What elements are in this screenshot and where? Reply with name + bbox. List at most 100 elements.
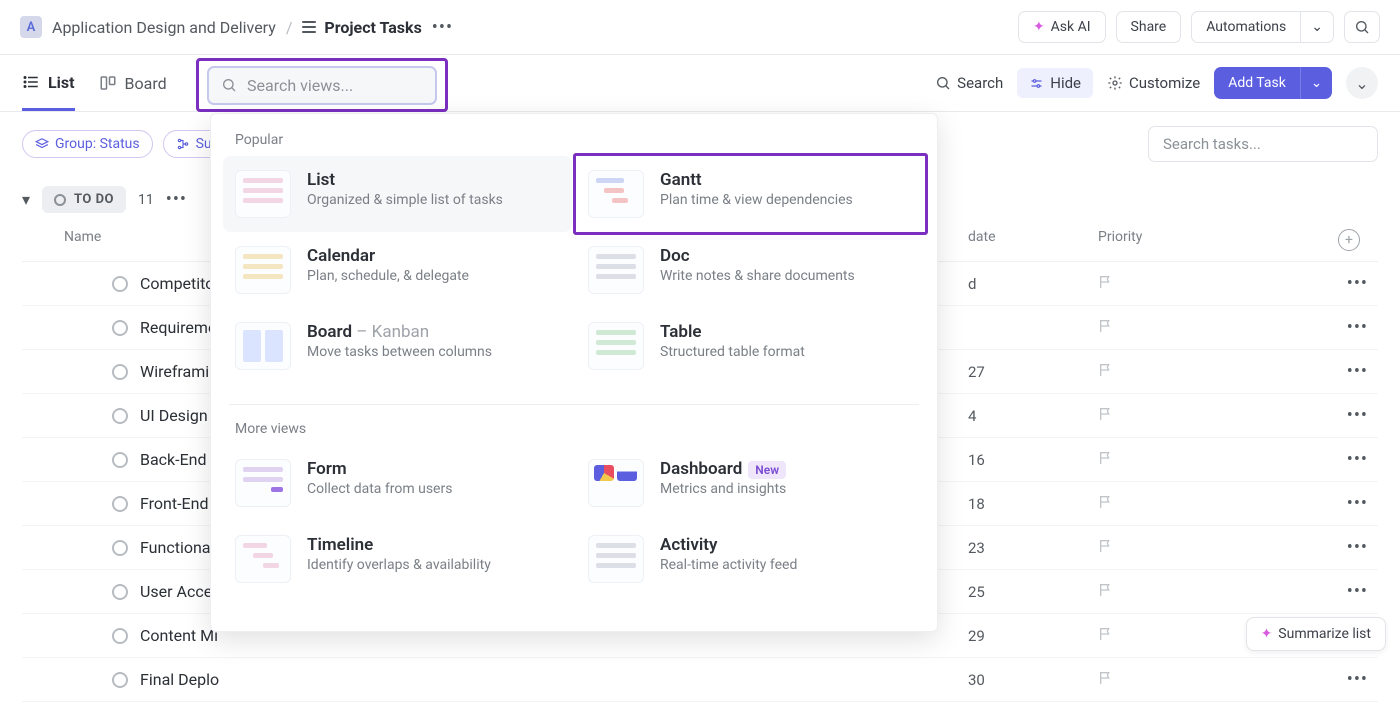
status-ring-icon[interactable] (112, 452, 128, 468)
view-option-activity-sub: Real-time activity feed (660, 557, 797, 573)
task-date: d (968, 275, 1098, 293)
chevron-down-icon: ⌄ (1311, 76, 1322, 91)
add-column-button[interactable]: + (1338, 229, 1360, 251)
table-row[interactable]: Final Deplo 30 ••• (22, 658, 1378, 702)
view-option-gantt-sub: Plan time & view dependencies (660, 192, 853, 208)
row-more-icon[interactable]: ••• (1338, 361, 1378, 382)
priority-flag-icon[interactable] (1098, 406, 1228, 426)
search-views-input[interactable]: Search views... (207, 66, 437, 105)
view-option-calendar-sub: Plan, schedule, & delegate (307, 268, 469, 284)
search-control[interactable]: Search (935, 74, 1003, 92)
task-date: 4 (968, 407, 1098, 425)
priority-flag-icon[interactable] (1098, 582, 1228, 602)
priority-flag-icon[interactable] (1098, 494, 1228, 514)
overflow-button[interactable]: ⌄ (1346, 67, 1378, 99)
timeline-thumb-icon (235, 535, 291, 583)
chevron-down-icon: ⌄ (1355, 74, 1368, 93)
view-option-table[interactable]: Table Structured table format (576, 308, 925, 384)
view-option-form[interactable]: Form Collect data from users (223, 445, 572, 521)
task-date: 23 (968, 539, 1098, 557)
tab-board-label: Board (125, 74, 167, 93)
view-option-timeline-title: Timeline (307, 535, 491, 555)
task-name-text: Front-End (140, 494, 208, 513)
customize-control[interactable]: Customize (1107, 74, 1200, 92)
status-more-icon[interactable]: ••• (166, 189, 187, 210)
summarize-list-button[interactable]: ✦ Summarize list (1246, 617, 1386, 651)
row-more-icon[interactable]: ••• (1338, 493, 1378, 514)
add-task-chevron-button[interactable]: ⌄ (1300, 67, 1332, 99)
top-header: A Application Design and Delivery / Proj… (0, 0, 1400, 55)
view-option-doc[interactable]: Doc Write notes & share documents (576, 232, 925, 308)
new-badge: New (748, 461, 786, 479)
gear-icon (1107, 75, 1123, 91)
status-ring-icon[interactable] (112, 672, 128, 688)
row-more-icon[interactable]: ••• (1338, 317, 1378, 338)
status-ring-icon[interactable] (112, 584, 128, 600)
view-option-timeline-sub: Identify overlaps & availability (307, 557, 491, 573)
task-name-text: Wireframin (140, 362, 218, 381)
priority-flag-icon[interactable] (1098, 362, 1228, 382)
row-more-icon[interactable]: ••• (1338, 537, 1378, 558)
ask-ai-button[interactable]: ✦ Ask AI (1018, 11, 1106, 43)
tab-board[interactable]: Board (99, 58, 167, 109)
view-option-gantt[interactable]: Gantt Plan time & view dependencies (573, 153, 928, 235)
hide-label: Hide (1050, 74, 1081, 92)
priority-flag-icon[interactable] (1098, 538, 1228, 558)
view-option-activity-title: Activity (660, 535, 797, 555)
stack-icon (35, 137, 49, 151)
automations-button[interactable]: Automations (1191, 11, 1300, 43)
view-option-activity[interactable]: Activity Real-time activity feed (576, 521, 925, 597)
row-more-icon[interactable]: ••• (1338, 449, 1378, 470)
ask-ai-label: Ask AI (1051, 19, 1091, 35)
breadcrumb-separator: / (286, 18, 293, 37)
status-ring-icon[interactable] (112, 276, 128, 292)
status-pill[interactable]: TO DO (42, 186, 126, 213)
view-option-board[interactable]: Board – Kanban Move tasks between column… (223, 308, 572, 384)
row-more-icon[interactable]: ••• (1338, 669, 1378, 690)
search-tasks-input[interactable]: Search tasks... (1148, 126, 1378, 162)
more-icon[interactable]: ••• (432, 17, 453, 38)
view-option-board-title: Board – Kanban (307, 322, 492, 342)
share-button[interactable]: Share (1116, 11, 1182, 43)
add-task-button[interactable]: Add Task (1214, 67, 1300, 99)
view-option-list[interactable]: List Organized & simple list of tasks (223, 156, 572, 232)
row-more-icon[interactable]: ••• (1338, 581, 1378, 602)
hide-control[interactable]: Hide (1017, 68, 1093, 98)
priority-flag-icon[interactable] (1098, 274, 1228, 294)
tab-list[interactable]: List (22, 57, 75, 111)
more-grid: Form Collect data from users DashboardNe… (217, 441, 931, 611)
global-search-button[interactable] (1344, 11, 1380, 43)
activity-thumb-icon (588, 535, 644, 583)
col-date[interactable]: date (968, 229, 1098, 251)
priority-flag-icon[interactable] (1098, 450, 1228, 470)
priority-flag-icon[interactable] (1098, 626, 1228, 646)
status-ring-icon[interactable] (112, 540, 128, 556)
more-views-label: More views (217, 421, 931, 441)
group-status-chip[interactable]: Group: Status (22, 130, 153, 158)
task-name-text: Requireme (140, 318, 216, 337)
view-option-dashboard[interactable]: DashboardNew Metrics and insights (576, 445, 925, 521)
page-title-wrap[interactable]: Project Tasks (302, 18, 421, 37)
gantt-thumb-icon (588, 170, 644, 218)
view-option-board-sub: Move tasks between columns (307, 344, 492, 360)
priority-flag-icon[interactable] (1098, 318, 1228, 338)
row-more-icon[interactable]: ••• (1338, 273, 1378, 294)
breadcrumb-project[interactable]: Application Design and Delivery (52, 18, 276, 37)
status-ring-icon[interactable] (112, 408, 128, 424)
collapse-chevron-icon[interactable]: ▾ (22, 190, 30, 209)
status-ring-icon[interactable] (112, 320, 128, 336)
priority-flag-icon[interactable] (1098, 670, 1228, 690)
col-priority[interactable]: Priority (1098, 229, 1228, 251)
search-views-placeholder: Search views... (247, 76, 353, 95)
status-label: TO DO (74, 192, 114, 207)
status-ring-icon[interactable] (112, 628, 128, 644)
row-more-icon[interactable]: ••• (1338, 405, 1378, 426)
status-ring-icon[interactable] (112, 496, 128, 512)
view-option-list-sub: Organized & simple list of tasks (307, 192, 503, 208)
view-option-timeline[interactable]: Timeline Identify overlaps & availabilit… (223, 521, 572, 597)
automations-chevron-button[interactable]: ⌄ (1300, 11, 1334, 43)
task-name-text: Back-End D (140, 450, 221, 469)
status-ring-icon[interactable] (112, 364, 128, 380)
view-option-calendar[interactable]: Calendar Plan, schedule, & delegate (223, 232, 572, 308)
doc-thumb-icon (588, 246, 644, 294)
